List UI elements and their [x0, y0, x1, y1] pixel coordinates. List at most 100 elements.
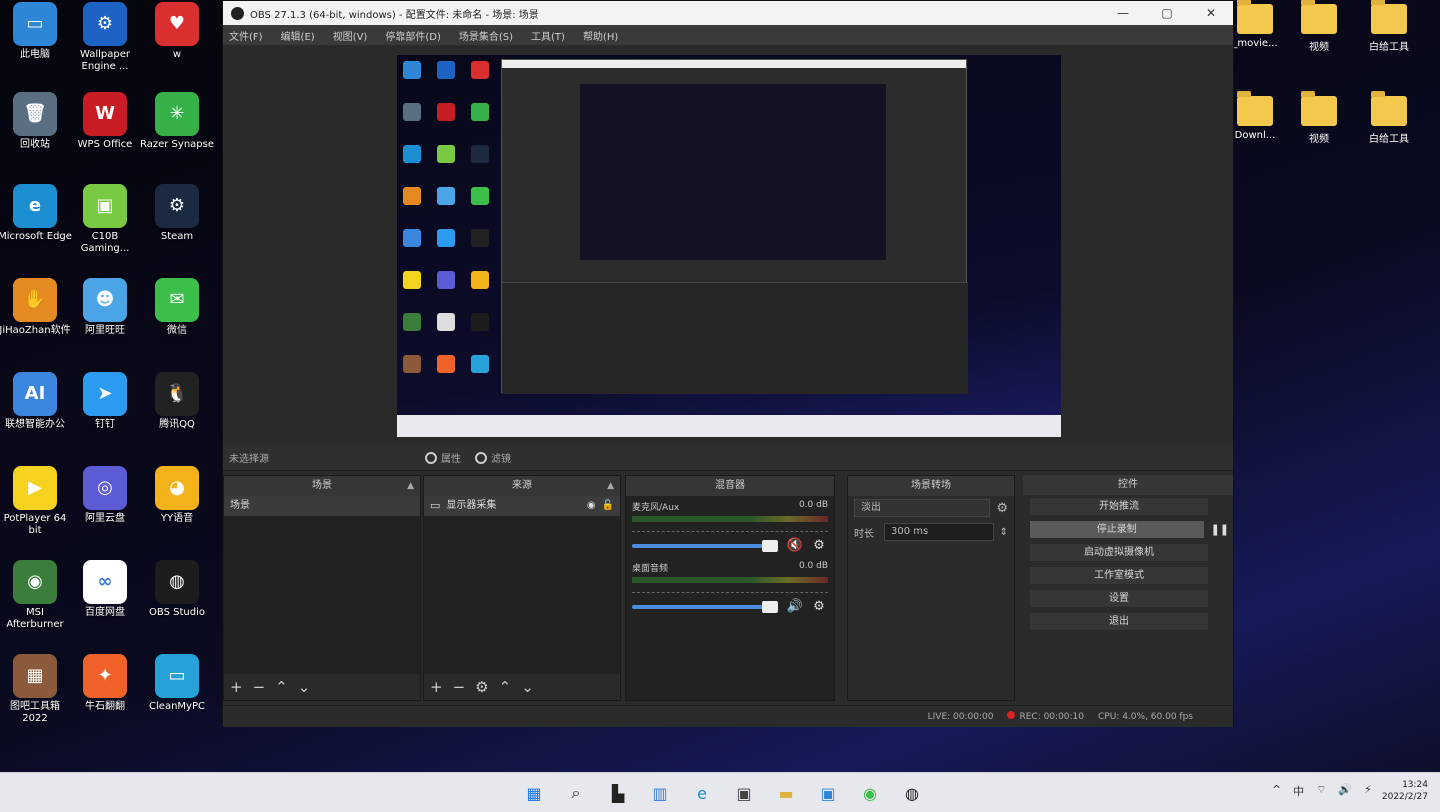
gear-icon[interactable]: ⚙	[810, 599, 828, 614]
move-up-icon[interactable]: ⌃	[499, 678, 512, 696]
minimize-button[interactable]: —	[1101, 6, 1145, 20]
search-icon[interactable]: ⌕	[562, 780, 590, 806]
obs-icon[interactable]: ◍	[898, 780, 926, 806]
wifi-icon[interactable]: ⌔	[1316, 783, 1326, 799]
gear-icon[interactable]: ⚙	[475, 678, 488, 696]
desktop-icon[interactable]: ▭ 此电脑	[0, 2, 72, 61]
battery-icon[interactable]: ⚡	[1364, 783, 1372, 799]
menu-item[interactable]: 场景集合(S)	[459, 28, 513, 43]
lock-icon[interactable]: 🔓	[602, 496, 614, 516]
meter-scale	[632, 585, 828, 593]
remove-icon[interactable]: −	[253, 678, 266, 696]
desktop-icon[interactable]: ⚙ Steam	[140, 184, 214, 243]
transition-select[interactable]: 淡出	[854, 499, 991, 517]
source-item[interactable]: ▭ 显示器采集 ◉ 🔓	[424, 496, 620, 516]
preview-canvas[interactable]	[397, 55, 1061, 437]
desktop-icon[interactable]: ➤ 钉钉	[68, 372, 142, 431]
move-up-icon[interactable]: ⌃	[275, 678, 288, 696]
move-down-icon[interactable]: ⌄	[521, 678, 534, 696]
control-button[interactable]: 退出	[1029, 612, 1209, 631]
speaker-icon[interactable]: 🔊	[786, 599, 804, 614]
desktop-icon[interactable]: ∞ 百度网盘	[68, 560, 142, 619]
desktop-icon[interactable]: W WPS Office	[68, 92, 142, 151]
volume-slider[interactable]	[632, 600, 778, 613]
menu-item[interactable]: 停靠部件(D)	[385, 28, 441, 43]
duration-input[interactable]: 300 ms	[884, 523, 994, 541]
app-green-icon[interactable]: ◉	[856, 780, 884, 806]
app-icon[interactable]: ▣	[814, 780, 842, 806]
desktop-folder[interactable]: 视频	[1284, 91, 1354, 145]
desktop-icon[interactable]: ⚙ Wallpaper Engine ...	[68, 2, 142, 73]
desktop-icon[interactable]: ✋ JiHaoZhan软件	[0, 278, 72, 337]
desktop-icon[interactable]: 🐧 腾讯QQ	[140, 372, 214, 431]
filter-icon	[475, 451, 487, 464]
pause-recording-icon[interactable]: ❚❚	[1211, 523, 1229, 536]
wechat-icon: ✉	[155, 278, 199, 322]
desktop-icon[interactable]: ✳ Razer Synapse	[140, 92, 214, 151]
remove-icon[interactable]: −	[453, 678, 466, 696]
volume-icon[interactable]: 🔊	[1338, 783, 1352, 799]
add-icon[interactable]: +	[230, 678, 243, 696]
dock-pin-icon[interactable]: ▲	[407, 476, 414, 496]
control-button[interactable]: 启动虚拟摄像机	[1029, 543, 1209, 562]
ime-icon[interactable]: 中	[1293, 783, 1304, 799]
file-explorer-icon[interactable]: ▬	[772, 780, 800, 806]
preview-mini-icon	[437, 61, 455, 79]
sources-header: 来源 ▲	[424, 476, 620, 496]
move-down-icon[interactable]: ⌄	[298, 678, 311, 696]
menu-item[interactable]: 文件(F)	[229, 28, 263, 43]
scene-item[interactable]: 场景	[224, 496, 420, 516]
maximize-button[interactable]: ▢	[1145, 6, 1189, 20]
spinner-icon[interactable]: ⇕	[1000, 527, 1008, 538]
gear-icon[interactable]: ⚙	[996, 501, 1008, 516]
folder-label: 白给工具	[1369, 134, 1409, 145]
obs-docks: 未选择源 属性 滤镜 场景 ▲ 场景 + − ⌃ ⌄ 来源 ▲ ▭ 显示器采集 ◉ …	[223, 445, 1233, 727]
menu-item[interactable]: 编辑(E)	[281, 28, 315, 43]
clock[interactable]: 13:24 2022/2/27	[1382, 779, 1428, 803]
desktop-icon[interactable]: e Microsoft Edge	[0, 184, 72, 243]
desktop-icon[interactable]: AI 联想智能办公	[0, 372, 72, 431]
menu-item[interactable]: 帮助(H)	[583, 28, 618, 43]
desktop-icon[interactable]: ▦ 图吧工具箱 2022	[0, 654, 72, 725]
task-view-icon[interactable]: ▙	[604, 780, 632, 806]
desktop-folder[interactable]: 视频	[1284, 0, 1354, 53]
desktop-icon-label: Microsoft Edge	[0, 231, 72, 242]
desktop-icon[interactable]: ▣ C10B Gaming...	[68, 184, 142, 255]
close-button[interactable]: ✕	[1189, 6, 1233, 20]
add-icon[interactable]: +	[430, 678, 443, 696]
volume-slider[interactable]	[632, 539, 778, 552]
desktop-icon[interactable]: ▭ CleanMyPC	[140, 654, 214, 713]
desktop-icon[interactable]: ✉ 微信	[140, 278, 214, 337]
menu-item[interactable]: 工具(T)	[531, 28, 565, 43]
gear-icon[interactable]: ⚙	[810, 538, 828, 553]
eye-icon[interactable]: ◉	[587, 496, 596, 516]
desktop-icon[interactable]: ◎ 阿里云盘	[68, 466, 142, 525]
wallpaper-engine-icon: ⚙	[83, 2, 127, 46]
desktop-icon[interactable]: ◍ OBS Studio	[140, 560, 214, 619]
control-button[interactable]: 开始推流	[1029, 497, 1209, 516]
store-icon[interactable]: ▣	[730, 780, 758, 806]
desktop-folder[interactable]: 白给工具	[1354, 91, 1424, 145]
dock-pin-icon[interactable]: ▲	[607, 476, 614, 496]
control-button[interactable]: 工作室模式	[1029, 566, 1209, 585]
desktop-icon[interactable]: ◉ MSI Afterburner	[0, 560, 72, 631]
properties-button[interactable]: 属性	[425, 450, 461, 465]
control-button-row: 退出	[1023, 610, 1233, 633]
muted-speaker-icon[interactable]: 🔇	[786, 538, 804, 553]
desktop-icon[interactable]: ◕ YY语音	[140, 466, 214, 525]
clock-date: 2022/2/27	[1381, 792, 1428, 802]
edge-icon[interactable]: e	[688, 780, 716, 806]
desktop-icon[interactable]: ✦ 牛石翻翻	[68, 654, 142, 713]
control-button[interactable]: 设置	[1029, 589, 1209, 608]
start-icon[interactable]: ▦	[520, 780, 548, 806]
menu-item[interactable]: 视图(V)	[333, 28, 368, 43]
show-hidden-icons-icon[interactable]: ^	[1272, 783, 1281, 799]
widgets-icon[interactable]: ▥	[646, 780, 674, 806]
control-button[interactable]: 停止录制	[1029, 520, 1205, 539]
desktop-icon[interactable]: 🗑 回收站	[0, 92, 72, 151]
desktop-folder[interactable]: 白给工具	[1354, 0, 1424, 53]
filters-button[interactable]: 滤镜	[475, 450, 511, 465]
desktop-icon[interactable]: ♥ w	[140, 2, 214, 61]
desktop-icon[interactable]: ☻ 阿里旺旺	[68, 278, 142, 337]
desktop-icon[interactable]: ▶ PotPlayer 64 bit	[0, 466, 72, 537]
